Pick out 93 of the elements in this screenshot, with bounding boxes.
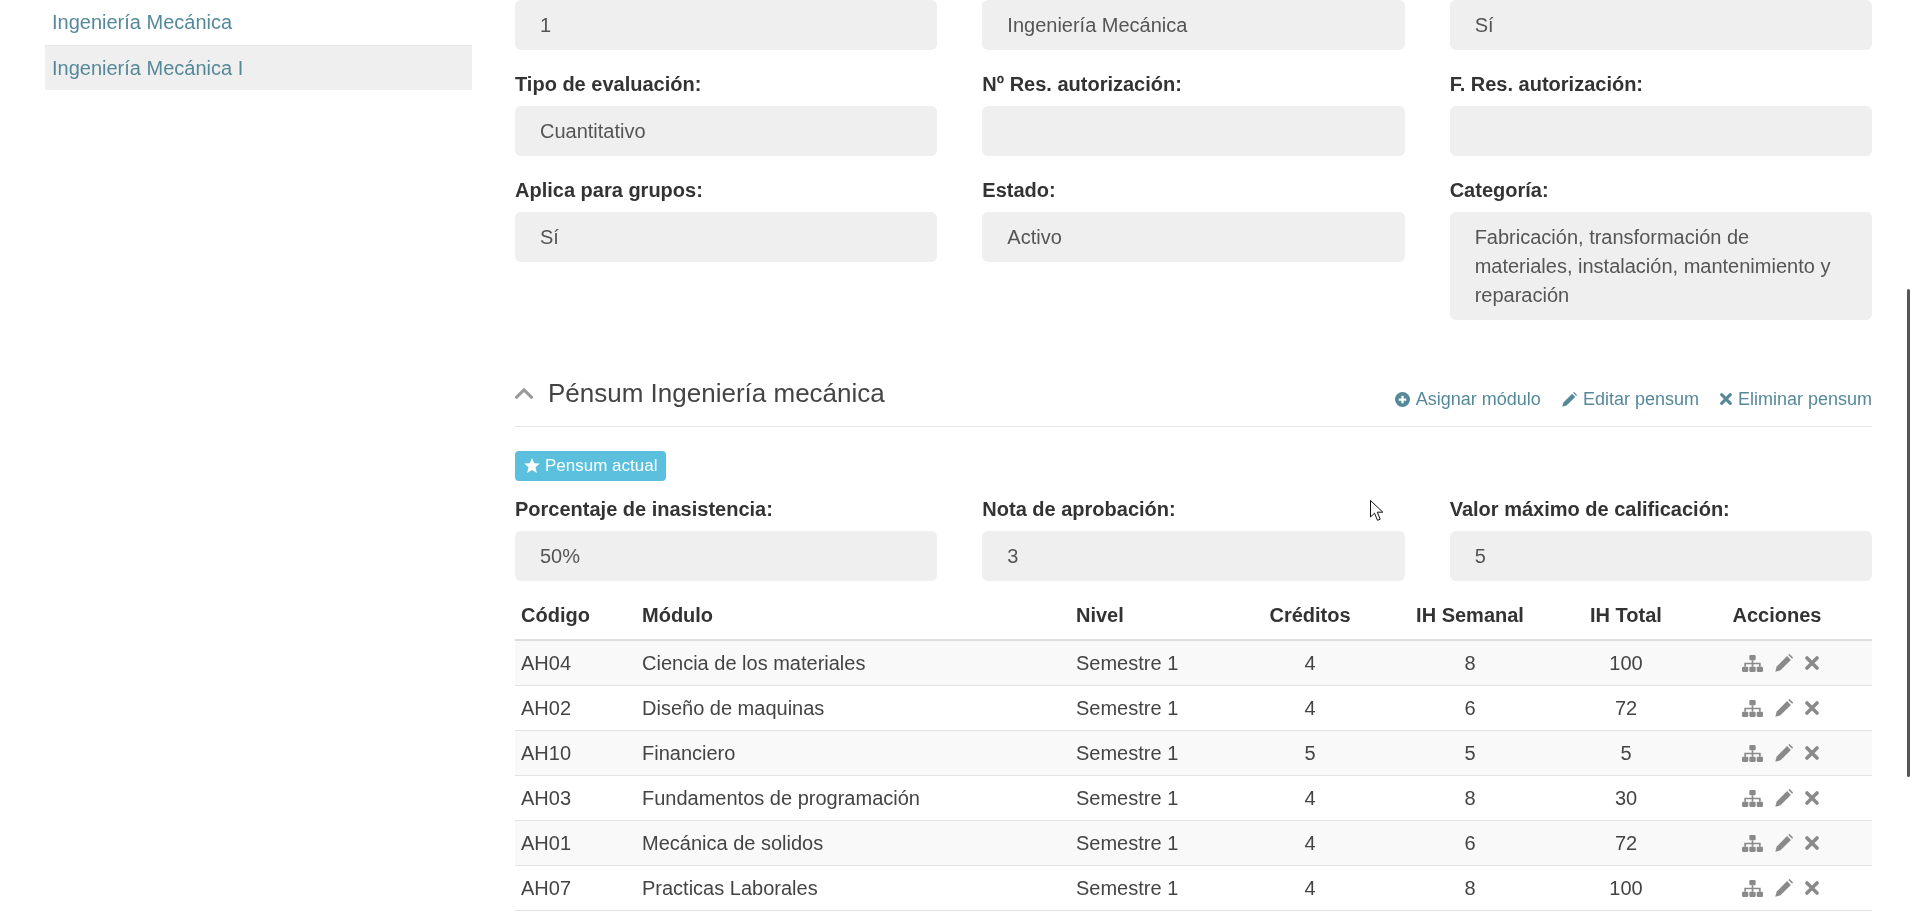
x-icon[interactable] (1804, 836, 1819, 850)
table-cell-text: Semestre 1 (1075, 831, 1180, 856)
field-label: Estado: (982, 178, 1056, 202)
x-icon[interactable] (1804, 701, 1819, 715)
value-display: 50% (515, 531, 938, 581)
value-display: Fabricación, transformación de materiales, instalación, mantenimiento y reparación (1449, 212, 1872, 320)
table-cell-text: 6 (1463, 696, 1477, 721)
current-pensum-badge: Pensum actual (515, 451, 667, 481)
table-cell-text: 8 (1463, 651, 1477, 676)
section-title: Pénsum Ingeniería mecánica (548, 377, 885, 410)
star-icon (524, 458, 540, 474)
hierarchy-icon[interactable] (1741, 789, 1763, 807)
field-label: Nº Res. autorización: (982, 72, 1182, 96)
hierarchy-icon[interactable] (1741, 879, 1763, 897)
table-cell-text: 4 (1303, 831, 1317, 856)
x-icon[interactable] (1804, 656, 1819, 670)
table-cell-text: Semestre 1 (1075, 741, 1180, 766)
value-display: 1 (515, 0, 938, 50)
column-header: Acciones (1731, 603, 1823, 628)
value-display: Cuantitativo (515, 106, 938, 156)
action-link[interactable]: Editar pensum (1561, 387, 1699, 411)
table-cell-text: 5 (1303, 741, 1317, 766)
table-cell-text: 4 (1303, 696, 1317, 721)
action-link[interactable]: Eliminar pensum (1719, 387, 1872, 411)
table-cell-text: 4 (1303, 876, 1317, 901)
table-cell-text: Semestre 1 (1075, 651, 1180, 676)
value-display: 5 (1449, 531, 1872, 581)
chevron-up-icon[interactable] (515, 387, 533, 399)
table-cell-text: Practicas Laborales (641, 876, 819, 901)
x-icon[interactable] (1804, 746, 1819, 760)
column-header: Créditos (1268, 603, 1352, 628)
hierarchy-icon[interactable] (1741, 834, 1763, 852)
pencil-icon[interactable] (1774, 834, 1793, 852)
value-display: Sí (1449, 0, 1872, 50)
table-cell-text: Financiero (641, 741, 737, 766)
scrollbar-thumb[interactable] (1907, 289, 1910, 777)
table-cell-text: 30 (1613, 786, 1639, 811)
table-cell-text: 4 (1303, 651, 1317, 676)
field-label: Nota de aprobación: (982, 497, 1176, 521)
pencil-icon[interactable] (1774, 654, 1793, 672)
field-label: F. Res. autorización: (1449, 72, 1644, 96)
table-cell-text: AH04 (520, 651, 573, 676)
table-cell-text: AH10 (520, 741, 573, 766)
column-header: IH Total (1589, 603, 1663, 628)
x-icon[interactable] (1804, 791, 1819, 805)
table-cell-text: Semestre 1 (1075, 876, 1180, 901)
table-cell-text: Semestre 1 (1075, 786, 1180, 811)
plus-circle-icon (1394, 391, 1410, 407)
table-cell-text: AH02 (520, 696, 573, 721)
table-cell-text: 100 (1608, 876, 1644, 901)
column-header: Código (520, 603, 591, 628)
hierarchy-icon[interactable] (1741, 654, 1763, 672)
hierarchy-icon[interactable] (1741, 699, 1763, 717)
table-cell-text: Fundamentos de programación (641, 786, 921, 811)
pencil-icon[interactable] (1774, 789, 1793, 807)
column-header: IH Semanal (1415, 603, 1525, 628)
value-display: Activo (982, 212, 1405, 262)
value-display: Ingeniería Mecánica (982, 0, 1405, 50)
cursor-icon (1370, 500, 1384, 521)
field-label: Valor máximo de calificación: (1449, 497, 1730, 521)
table-cell-text: Ciencia de los materiales (641, 651, 867, 676)
value-display: 3 (982, 531, 1405, 581)
field-label: Porcentaje de inasistencia: (515, 497, 773, 521)
table-cell-text: AH07 (520, 876, 573, 901)
pencil-icon[interactable] (1774, 744, 1793, 762)
table-cell-text: 8 (1463, 876, 1477, 901)
table-cell-text: 5 (1463, 741, 1477, 766)
x-icon[interactable] (1804, 881, 1819, 895)
table-cell-text: AH01 (520, 831, 573, 856)
table-cell-text: Mecánica de solidos (641, 831, 825, 856)
pencil-icon (1561, 391, 1577, 407)
table-cell-text: 72 (1613, 696, 1639, 721)
value-display: Sí (515, 212, 938, 262)
table-cell-text: 6 (1463, 831, 1477, 856)
pencil-icon[interactable] (1774, 699, 1793, 717)
field-label: Tipo de evaluación: (515, 72, 702, 96)
table-cell-text: 72 (1613, 831, 1639, 856)
pencil-icon[interactable] (1774, 879, 1793, 897)
field-label: Categoría: (1449, 178, 1549, 202)
table-cell-text: Diseño de maquinas (641, 696, 826, 721)
table-cell-text: 4 (1303, 786, 1317, 811)
table-cell-text: 100 (1608, 651, 1644, 676)
field-label: Aplica para grupos: (515, 178, 703, 202)
action-link[interactable]: Asignar módulo (1394, 387, 1541, 411)
table-cell-text: 8 (1463, 786, 1477, 811)
table-cell-text: Semestre 1 (1075, 696, 1180, 721)
column-header: Módulo (641, 603, 715, 628)
hierarchy-icon[interactable] (1741, 744, 1763, 762)
table-cell-text: AH03 (520, 786, 573, 811)
column-header: Nivel (1075, 603, 1125, 628)
sidebar-item[interactable]: Ingeniería Mecánica I (45, 45, 472, 90)
table-cell-text: 5 (1619, 741, 1633, 766)
x-icon (1719, 393, 1732, 405)
